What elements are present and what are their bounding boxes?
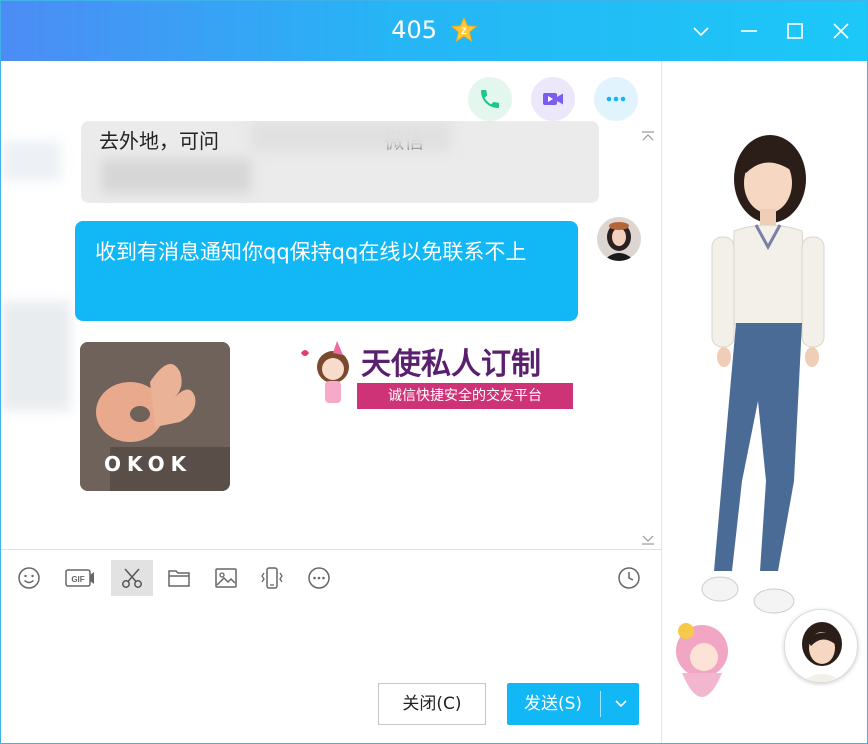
voice-call-button[interactable] [468, 77, 512, 121]
show-avatar-button[interactable] [784, 609, 858, 683]
voice-call-icon [481, 90, 499, 108]
file-button[interactable] [161, 560, 197, 596]
shake-button[interactable] [254, 560, 290, 596]
more-icon [606, 96, 626, 102]
blurred-region [1, 301, 71, 411]
separator [600, 691, 601, 717]
ad-subtitle: 诚信快捷安全的交友平台 [357, 383, 573, 409]
blurred-region [251, 121, 451, 151]
close-icon[interactable] [829, 19, 853, 43]
shake-icon [261, 567, 283, 589]
svg-text:Z: Z [461, 26, 467, 36]
scroll-up-icon[interactable] [641, 131, 655, 141]
gif-button[interactable]: GIF [61, 560, 101, 596]
history-button[interactable] [611, 560, 647, 596]
avatar[interactable] [597, 217, 641, 261]
more-options-button[interactable] [594, 77, 638, 121]
close-button[interactable]: 关闭(C) [378, 683, 486, 725]
gif-icon: GIF [65, 569, 94, 587]
folder-icon [168, 570, 190, 587]
scissors-icon [122, 568, 142, 588]
image-button[interactable] [208, 560, 244, 596]
more-icon [308, 567, 330, 589]
minimize-icon[interactable] [737, 19, 761, 43]
ad-banner[interactable]: 天使私人订制 诚信快捷安全的交友平台 [297, 337, 575, 411]
send-label: 发送(S) [523, 694, 583, 714]
sticker-image[interactable]: OKOK [80, 342, 230, 491]
input-toolbar: GIF [1, 549, 661, 605]
maximize-icon[interactable] [783, 19, 807, 43]
send-options-dropdown[interactable] [603, 683, 639, 725]
vip-star-icon: Z [450, 17, 477, 43]
ad-title: 天使私人订制 [361, 347, 541, 382]
window-title: 405 [391, 16, 438, 44]
show-panel [661, 61, 867, 743]
emoji-icon [18, 567, 40, 589]
blurred-region [1, 141, 61, 181]
incoming-message: 去外地，可问 微信 [81, 121, 599, 203]
angel-mascot-icon [301, 341, 349, 403]
emoji-button[interactable] [11, 560, 47, 596]
gif-label: GIF [71, 575, 84, 584]
chevron-down-icon [615, 700, 627, 708]
message-input[interactable] [1, 605, 661, 675]
outgoing-message: 收到有消息通知你qq保持qq在线以免联系不上 [75, 221, 578, 321]
chat-window: 405 Z 去外地，可问 微信 [0, 0, 868, 744]
title-bar[interactable]: 405 Z [1, 1, 867, 61]
more-tools-button[interactable] [301, 560, 337, 596]
image-icon [215, 568, 237, 588]
chevron-down-icon[interactable] [689, 19, 713, 43]
scroll-down-icon[interactable] [641, 535, 655, 545]
video-call-icon [543, 93, 563, 105]
screenshot-button[interactable] [111, 560, 153, 596]
send-button[interactable]: 发送(S) [507, 683, 639, 725]
outgoing-message-text: 收到有消息通知你qq保持qq在线以免联系不上 [95, 240, 527, 264]
blurred-region [101, 159, 251, 193]
sticker-caption: OKOK [104, 452, 193, 476]
message-area[interactable]: 去外地，可问 微信 [1, 61, 661, 549]
video-call-button[interactable] [531, 77, 575, 121]
history-clock-icon [618, 567, 640, 589]
